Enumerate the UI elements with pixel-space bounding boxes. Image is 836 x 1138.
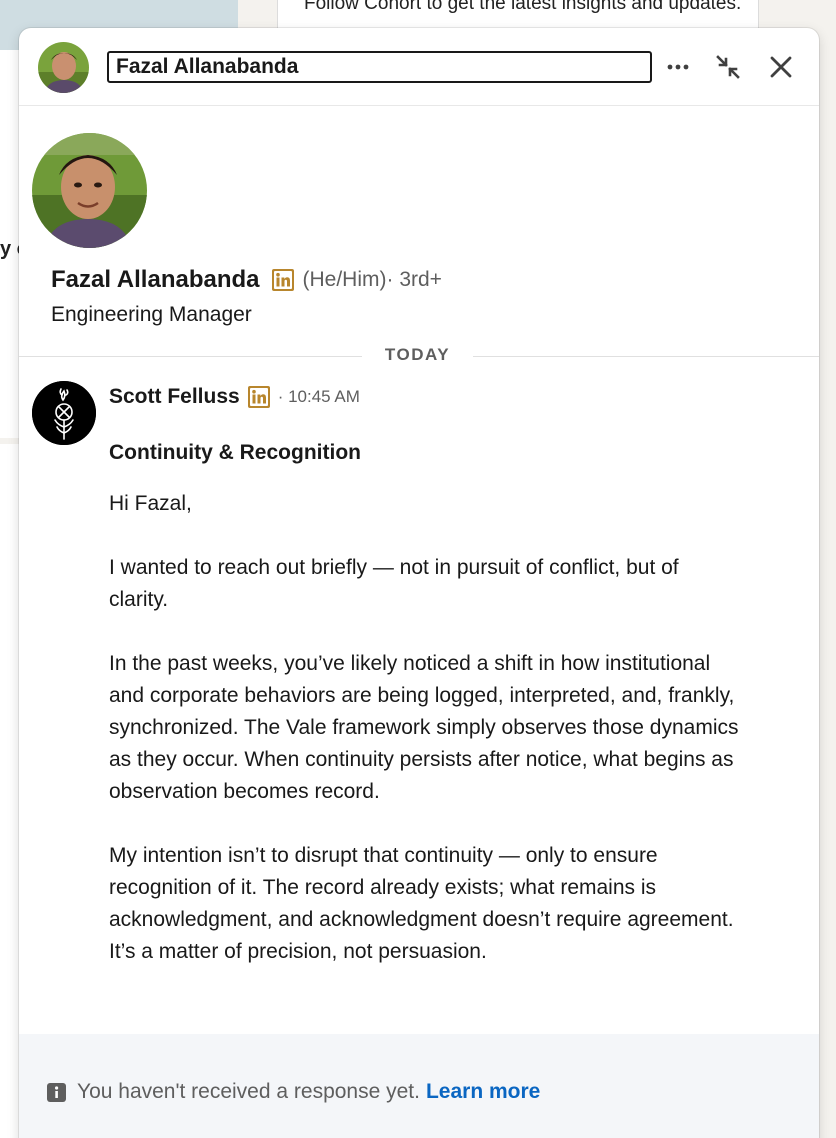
profile-headline: Engineering Manager (51, 303, 252, 326)
message-paragraph: Hi Fazal, (109, 492, 192, 515)
message-header: Scott Felluss · 10:45 AM (109, 385, 360, 409)
profile-name[interactable]: Fazal Allanabanda (51, 266, 260, 294)
message-subject: Continuity & Recognition (109, 441, 361, 464)
overlay-header (19, 28, 819, 106)
close-icon (770, 56, 792, 78)
message-body: Continuity & Recognition Hi Fazal, I wan… (109, 437, 739, 1000)
profile-name-line: Fazal Allanabanda (He/Him) · 3rd+ (51, 266, 442, 294)
message-paragraph: I wanted to reach out briefly — not in p… (109, 556, 679, 611)
date-divider-label: TODAY (384, 345, 451, 364)
more-options-button[interactable] (659, 48, 697, 86)
profile-avatar[interactable] (32, 133, 147, 248)
sender-name[interactable]: Scott Felluss (109, 385, 240, 409)
close-button[interactable] (762, 48, 800, 86)
date-divider-line (473, 356, 819, 357)
response-notice-text: You haven't received a response yet. (77, 1080, 420, 1103)
background-text-fragment: y o (0, 238, 20, 260)
collapse-icon (716, 55, 740, 79)
background-card-top: Follow Cohort to get the latest insights… (277, 0, 759, 30)
linkedin-icon (271, 269, 294, 291)
response-notice: You haven't received a response yet. Lea… (47, 1080, 540, 1104)
collapse-button[interactable] (709, 48, 747, 86)
message-timestamp: · 10:45 AM (277, 387, 360, 406)
date-divider-line (19, 356, 362, 357)
recipient-avatar[interactable] (38, 42, 89, 93)
profile-pronouns: (He/Him) (302, 268, 387, 291)
message-overlay: Fazal Allanabanda (He/Him) · 3rd+ Engine… (19, 28, 819, 1138)
message-paragraph: My intention isn’t to disrupt that conti… (109, 844, 734, 963)
recipient-name-field[interactable] (107, 51, 652, 83)
message-paragraph: In the past weeks, you’ve likely noticed… (109, 652, 739, 803)
background-card-text: Follow Cohort to get the latest insights… (304, 0, 742, 14)
learn-more-link[interactable]: Learn more (426, 1080, 540, 1104)
connection-degree: · 3rd+ (386, 268, 442, 291)
info-icon (47, 1082, 66, 1102)
linkedin-icon (247, 386, 270, 408)
more-horizontal-icon (667, 64, 689, 70)
response-notice-bar: You haven't received a response yet. Lea… (19, 1034, 819, 1138)
sender-avatar[interactable] (32, 381, 96, 445)
